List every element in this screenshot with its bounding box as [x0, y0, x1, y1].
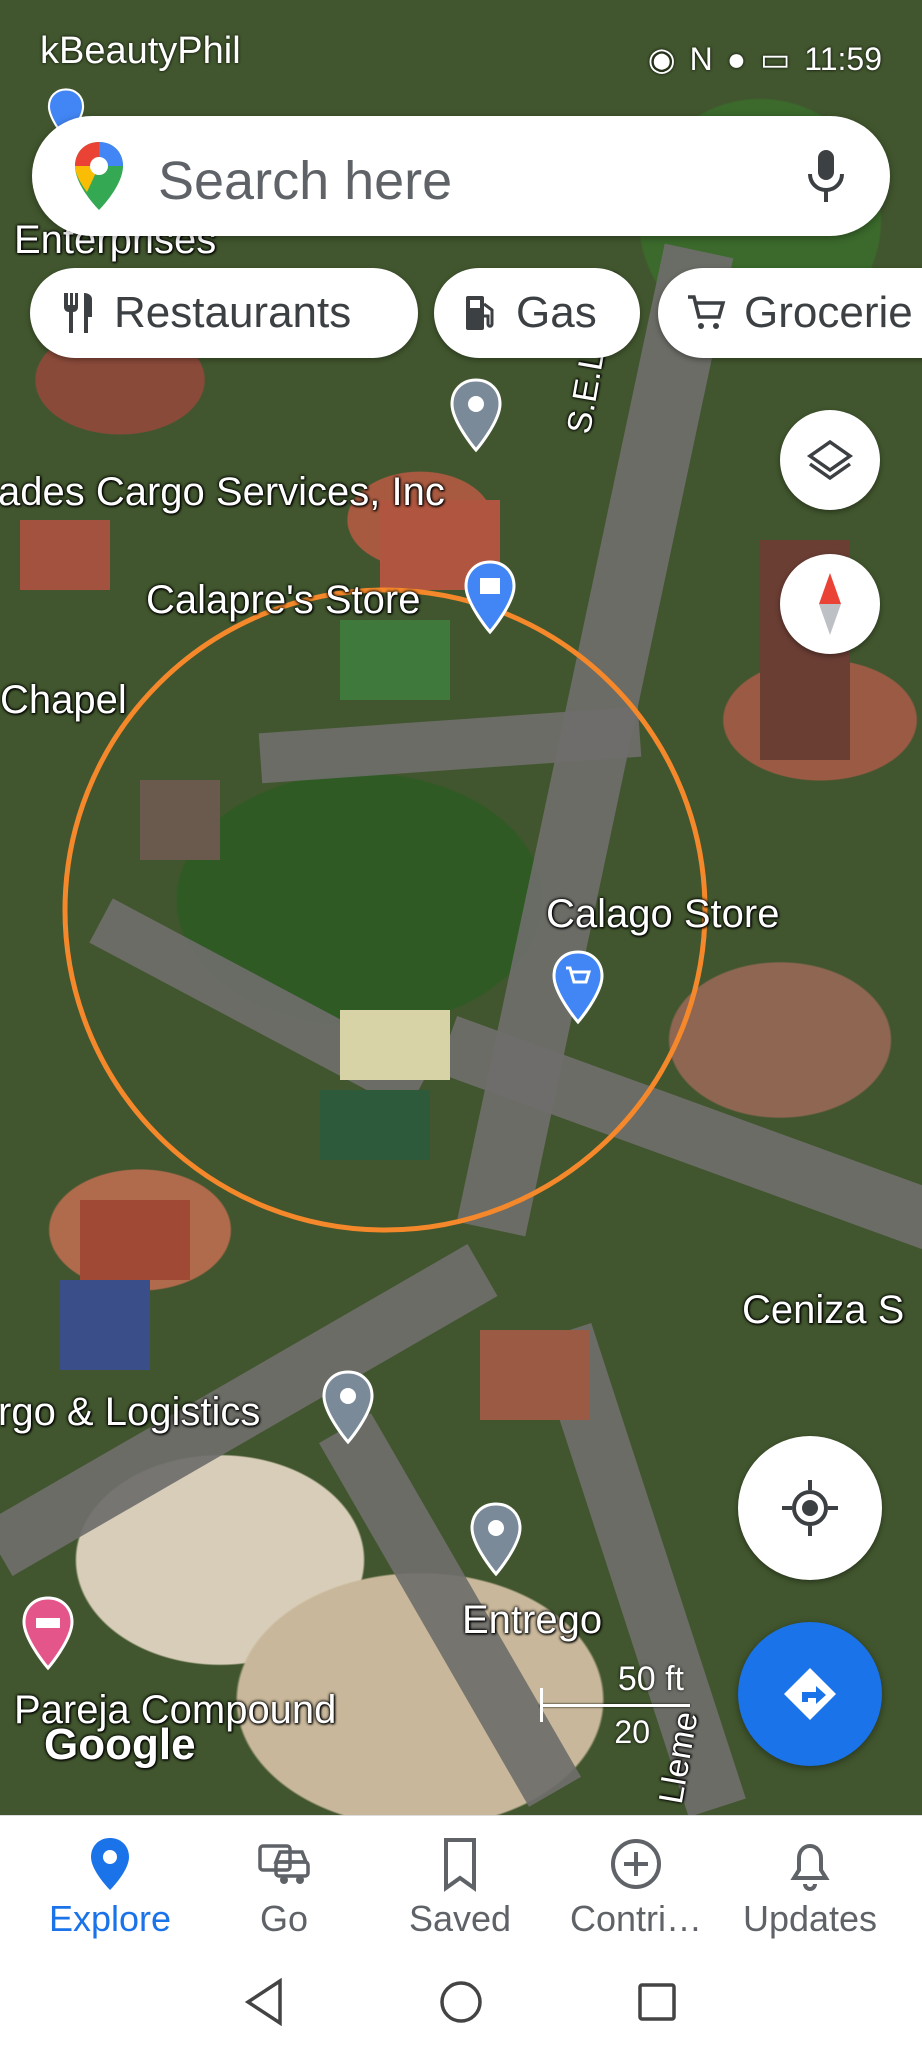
- location-icon: ●: [726, 40, 747, 77]
- crosshair-icon: [782, 1480, 838, 1536]
- nav-explore[interactable]: Explore: [18, 1816, 202, 1964]
- compass-button[interactable]: [780, 554, 880, 654]
- explore-pin-icon: [91, 1838, 129, 1890]
- chip-label: Restaurants: [114, 288, 352, 337]
- gas-pump-icon: [466, 296, 494, 330]
- back-icon[interactable]: [242, 1977, 286, 2027]
- nav-label: Saved: [408, 1898, 512, 1939]
- map-label-calapre-store[interactable]: Calapre's Store: [146, 578, 420, 623]
- recents-icon[interactable]: [636, 1981, 678, 2023]
- map-label-ceniza[interactable]: Ceniza S: [742, 1288, 904, 1333]
- chip-label: Gas: [516, 288, 597, 337]
- scale-bar: 50 ft 20: [540, 1660, 690, 1750]
- scale-feet: 50 ft: [617, 1660, 684, 1698]
- nav-label: Explore: [48, 1898, 172, 1939]
- shopping-cart-pin-icon[interactable]: [550, 950, 606, 1026]
- compass-icon: [819, 573, 841, 635]
- status-icons: ◉ N ● ▭ 11:59: [648, 40, 882, 78]
- layers-button[interactable]: [780, 410, 880, 510]
- eye-icon: ◉: [647, 41, 676, 77]
- chip-label: Grocerie: [744, 288, 913, 337]
- place-pin-icon[interactable]: [468, 1502, 524, 1578]
- scale-meters: 20: [614, 1714, 650, 1750]
- nav-updates[interactable]: Updates: [718, 1816, 902, 1964]
- clock-time: 11:59: [804, 40, 882, 77]
- map-label-calago-store[interactable]: Calago Store: [546, 892, 779, 937]
- google-maps-logo-icon: [75, 142, 123, 210]
- microphone-icon[interactable]: [806, 148, 846, 204]
- place-pin-icon[interactable]: [320, 1370, 376, 1446]
- system-navigation-bar: [0, 1963, 922, 2048]
- hotel-pin-icon[interactable]: [20, 1596, 76, 1672]
- home-icon[interactable]: [438, 1979, 484, 2025]
- place-pin-icon[interactable]: [448, 378, 504, 454]
- map-label-chapel[interactable]: Chapel: [0, 678, 127, 723]
- carrier-name: kBeautyPhil: [40, 30, 241, 72]
- car-icon: [258, 1844, 310, 1884]
- google-logo: Google: [44, 1720, 196, 1769]
- cart-icon: [688, 295, 726, 329]
- nav-go[interactable]: Go: [192, 1816, 376, 1964]
- directions-button[interactable]: [738, 1622, 882, 1766]
- nav-label: Go: [259, 1898, 309, 1939]
- map-label-cargo-logistics[interactable]: rgo & Logistics: [0, 1390, 260, 1435]
- chip-groceries[interactable]: Grocerie: [658, 268, 922, 358]
- add-circle-icon: [611, 1839, 661, 1889]
- map-label-cargo-services[interactable]: ades Cargo Services, Inc: [0, 470, 445, 515]
- fork-knife-icon: [64, 293, 92, 333]
- nfc-icon: N: [689, 40, 713, 77]
- my-location-button[interactable]: [738, 1436, 882, 1580]
- battery-icon: ▭: [760, 41, 791, 77]
- layers-icon: [806, 439, 854, 481]
- nav-saved[interactable]: Saved: [368, 1816, 552, 1964]
- bottom-navigation: Explore Go Saved Contri… Updates: [0, 1815, 922, 1964]
- directions-icon: [784, 1668, 836, 1720]
- chip-restaurants[interactable]: Restaurants: [30, 268, 418, 358]
- shopping-pin-icon[interactable]: [462, 560, 518, 636]
- nav-label: Contri…: [569, 1898, 703, 1939]
- bookmark-icon: [444, 1838, 476, 1892]
- bell-icon: [790, 1843, 830, 1891]
- nav-label: Updates: [742, 1898, 878, 1939]
- status-bar: kBeautyPhil ◉ N ● ▭ 11:59: [0, 0, 922, 110]
- nav-contribute[interactable]: Contri…: [544, 1816, 728, 1964]
- search-bar[interactable]: Search here: [32, 116, 890, 236]
- map-label-entrego[interactable]: Entrego: [462, 1598, 602, 1643]
- search-input[interactable]: Search here: [158, 150, 452, 212]
- chip-gas[interactable]: Gas: [434, 268, 640, 358]
